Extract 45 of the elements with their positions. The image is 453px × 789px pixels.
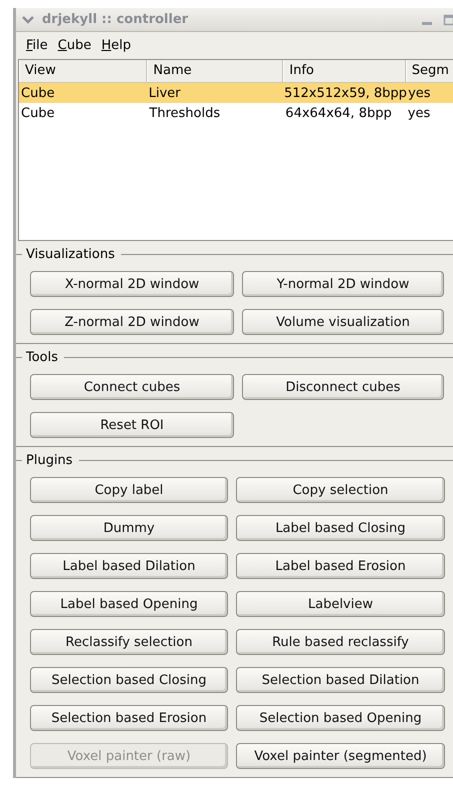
action-button[interactable]: Z-normal 2D window xyxy=(30,309,234,335)
column-header[interactable]: View xyxy=(19,60,148,82)
group-title: Plugins xyxy=(26,452,73,468)
action-button[interactable]: Label based Closing xyxy=(236,515,445,541)
chevron-down-icon[interactable] xyxy=(22,16,34,24)
table-row[interactable]: Cube Liver 512x512x59, 8bppyes xyxy=(19,83,453,103)
action-button[interactable]: Y-normal 2D window xyxy=(242,271,444,297)
action-button[interactable]: Reset ROI xyxy=(30,412,234,438)
action-button[interactable]: Selection based Opening xyxy=(236,705,445,731)
action-button[interactable]: Reclassify selection xyxy=(30,629,228,655)
action-button[interactable]: Selection based Erosion xyxy=(30,705,228,731)
table-cell-text: Cube xyxy=(20,106,56,120)
table-cell-text: Liver xyxy=(148,86,182,100)
menu-item[interactable]: Help xyxy=(97,36,136,55)
table-row[interactable]: Cube Thresholds 64x64x64, 8bpp yes xyxy=(19,103,453,123)
table-cell-text: 512x512x59, 8bpp xyxy=(283,86,406,100)
table-cell-text: Cube xyxy=(20,86,56,100)
maximize-icon[interactable] xyxy=(443,14,453,26)
column-header[interactable]: Name xyxy=(147,60,284,82)
action-button[interactable]: Rule based reclassify xyxy=(236,629,445,655)
column-header[interactable]: Segm xyxy=(406,60,453,82)
action-button[interactable]: Label based Dilation xyxy=(30,553,228,579)
table-cell-text: yes xyxy=(406,106,432,120)
menu-item[interactable]: File xyxy=(22,36,52,55)
action-button[interactable]: Volume visualization xyxy=(242,309,444,335)
action-button[interactable]: Copy selection xyxy=(236,477,445,503)
action-button[interactable]: X-normal 2D window xyxy=(30,271,234,297)
action-button[interactable]: Label based Opening xyxy=(30,591,228,617)
column-header[interactable]: Info xyxy=(283,60,406,82)
action-button[interactable]: Disconnect cubes xyxy=(242,374,444,400)
action-button[interactable]: Selection based Dilation xyxy=(236,667,445,693)
action-button[interactable]: Connect cubes xyxy=(30,374,234,400)
action-button[interactable]: Voxel painter (segmented) xyxy=(236,743,445,769)
table-cell-text: 64x64x64, 8bpp xyxy=(284,106,393,120)
action-button[interactable]: Dummy xyxy=(30,515,228,541)
menu-item[interactable]: Cube xyxy=(54,36,96,55)
action-button[interactable]: Copy label xyxy=(30,477,228,503)
table-cell-text: Thresholds xyxy=(148,106,222,120)
action-button[interactable]: Selection based Closing xyxy=(30,667,228,693)
group-title: Tools xyxy=(26,350,58,364)
window-title: drjekyll :: controller xyxy=(42,12,188,27)
action-button[interactable]: Labelview xyxy=(236,591,445,617)
table-cell-text: yes xyxy=(407,86,432,100)
action-button[interactable]: Label based Erosion xyxy=(236,553,445,579)
group-title: Visualizations xyxy=(26,246,115,262)
